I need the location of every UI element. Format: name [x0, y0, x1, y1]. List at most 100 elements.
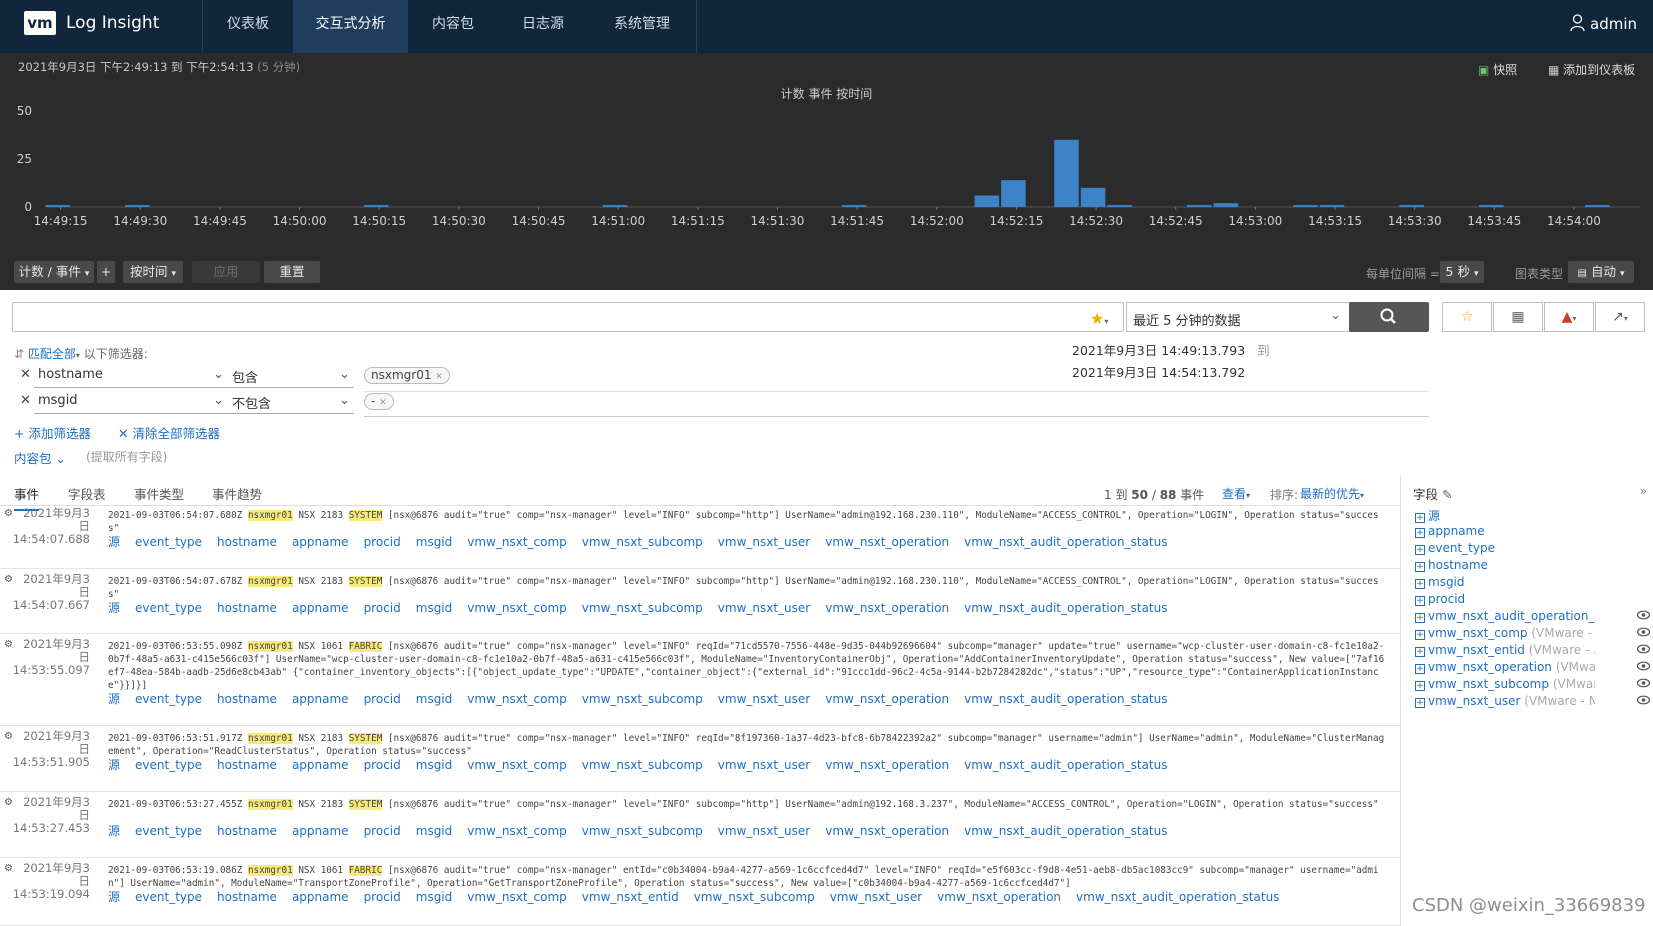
- histogram-bar[interactable]: [1585, 205, 1610, 207]
- chip-remove-icon[interactable]: ✕: [379, 398, 387, 408]
- count-events-dropdown[interactable]: 计数 / 事件 ▾: [14, 261, 94, 283]
- search-input[interactable]: [12, 302, 1124, 332]
- expand-plus-icon[interactable]: +: [1415, 647, 1425, 657]
- snapshot-button[interactable]: ▣ 快照: [1478, 61, 1517, 78]
- group-by-time-dropdown[interactable]: 按时间 ▾: [123, 261, 183, 283]
- content-pack-dropdown[interactable]: 内容包 ⌄: [14, 448, 66, 467]
- expand-plus-icon[interactable]: +: [1415, 630, 1425, 640]
- event-field-link[interactable]: vmw_nsxt_user: [718, 692, 810, 706]
- event-field-link[interactable]: event_type: [135, 535, 202, 549]
- event-field-link[interactable]: vmw_nsxt_operation: [825, 824, 949, 838]
- favorite-star-dropdown[interactable]: ★▾: [1090, 309, 1108, 328]
- filter-operator-select[interactable]: 不包含 ⌄: [228, 390, 354, 414]
- app-title[interactable]: Log Insight: [66, 13, 159, 33]
- filter-value-chip[interactable]: nsxmgr01 ✕: [364, 367, 450, 384]
- histogram-bar[interactable]: [1054, 139, 1079, 207]
- event-field-link[interactable]: procid: [364, 601, 401, 615]
- sidebar-field-item[interactable]: +vmw_nsxt_operation (VMwar...: [1415, 660, 1595, 674]
- sidebar-field-item[interactable]: +vmw_nsxt_subcomp (VMwar...: [1415, 677, 1595, 691]
- gear-icon[interactable]: ⚙: [4, 507, 13, 520]
- tab-event-types[interactable]: 事件类型: [134, 484, 184, 503]
- tab-dashboards[interactable]: 仪表板: [203, 0, 293, 53]
- histogram-bar[interactable]: [841, 205, 867, 207]
- filter-operator-select[interactable]: 包含 ⌄: [228, 364, 354, 388]
- expand-plus-icon[interactable]: +: [1415, 664, 1425, 674]
- clear-filters-link[interactable]: ✕ 清除全部筛选器: [118, 423, 220, 442]
- histogram-bar[interactable]: [45, 205, 70, 207]
- time-range-select[interactable]: 最近 5 分钟的数据 ⌄: [1126, 302, 1350, 332]
- event-field-link[interactable]: event_type: [135, 692, 202, 706]
- add-aggregation-button[interactable]: +: [97, 261, 115, 283]
- event-field-link[interactable]: appname: [292, 890, 349, 904]
- event-field-link[interactable]: event_type: [135, 758, 202, 772]
- filter-value-chip[interactable]: - ✕: [364, 393, 394, 410]
- event-row[interactable]: ⚙ 2021年9月3日 14:54:07.667 2021-09-03T06:54:0…: [0, 569, 1400, 634]
- event-field-link[interactable]: msgid: [416, 890, 453, 904]
- event-field-link[interactable]: vmw_nsxt_audit_operation_status: [964, 758, 1167, 772]
- eye-icon[interactable]: [1636, 661, 1651, 674]
- event-field-link[interactable]: 源: [108, 758, 120, 772]
- event-field-link[interactable]: vmw_nsxt_operation: [825, 601, 949, 615]
- expand-plus-icon[interactable]: +: [1415, 528, 1425, 538]
- histogram-bar[interactable]: [124, 205, 150, 207]
- event-field-link[interactable]: vmw_nsxt_operation: [937, 890, 1061, 904]
- event-field-link[interactable]: vmw_nsxt_audit_operation_status: [964, 535, 1167, 549]
- eye-icon[interactable]: [1636, 695, 1651, 708]
- apply-button[interactable]: 应用: [192, 261, 260, 283]
- create-alert-button[interactable]: ▲▾: [1544, 302, 1594, 332]
- sidebar-field-item[interactable]: + appname: [1415, 524, 1595, 538]
- event-field-link[interactable]: vmw_nsxt_comp: [467, 824, 567, 838]
- event-field-link[interactable]: procid: [364, 758, 401, 772]
- sidebar-field-item[interactable]: +vmw_nsxt_entid (VMware - ...: [1415, 643, 1595, 657]
- expand-plus-icon[interactable]: +: [1415, 698, 1425, 708]
- event-field-link[interactable]: hostname: [217, 692, 277, 706]
- histogram-bar[interactable]: [1186, 205, 1212, 207]
- event-field-link[interactable]: vmw_nsxt_comp: [467, 692, 567, 706]
- vmware-logo[interactable]: vm: [24, 11, 56, 35]
- eye-icon[interactable]: [1636, 644, 1651, 657]
- histogram-bar[interactable]: [1319, 205, 1345, 207]
- sidebar-field-item[interactable]: + hostname: [1415, 558, 1595, 572]
- event-field-link[interactable]: appname: [292, 692, 349, 706]
- event-field-link[interactable]: msgid: [416, 601, 453, 615]
- expand-plus-icon[interactable]: +: [1415, 681, 1425, 691]
- event-field-link[interactable]: vmw_nsxt_user: [830, 890, 922, 904]
- event-field-link[interactable]: procid: [364, 692, 401, 706]
- event-field-link[interactable]: event_type: [135, 890, 202, 904]
- event-field-link[interactable]: vmw_nsxt_user: [718, 758, 810, 772]
- tab-event-trends[interactable]: 事件趋势: [212, 484, 262, 503]
- event-field-link[interactable]: vmw_nsxt_operation: [825, 758, 949, 772]
- histogram-bar[interactable]: [1213, 203, 1239, 207]
- event-field-link[interactable]: vmw_nsxt_subcomp: [582, 692, 703, 706]
- event-field-link[interactable]: vmw_nsxt_user: [718, 601, 810, 615]
- pencil-icon[interactable]: ✎: [1442, 487, 1452, 502]
- event-field-link[interactable]: event_type: [135, 601, 202, 615]
- event-field-link[interactable]: procid: [364, 824, 401, 838]
- event-field-link[interactable]: appname: [292, 758, 349, 772]
- histogram-bar[interactable]: [602, 205, 628, 207]
- event-field-link[interactable]: 源: [108, 535, 120, 549]
- chart-type-dropdown[interactable]: ▤ 自动 ▾: [1568, 261, 1634, 283]
- event-field-link[interactable]: vmw_nsxt_comp: [467, 758, 567, 772]
- eye-icon[interactable]: [1636, 610, 1651, 623]
- event-field-link[interactable]: 源: [108, 692, 120, 706]
- bin-interval-dropdown[interactable]: 5 秒 ▾: [1440, 261, 1484, 283]
- event-field-link[interactable]: appname: [292, 535, 349, 549]
- event-field-link[interactable]: hostname: [217, 758, 277, 772]
- event-row[interactable]: ⚙ 2021年9月3日 14:53:55.097 2021-09-03T06:53:5…: [0, 634, 1400, 726]
- sidebar-field-item[interactable]: +vmw_nsxt_comp (VMware - ...: [1415, 626, 1595, 640]
- event-field-link[interactable]: vmw_nsxt_subcomp: [582, 535, 703, 549]
- export-button[interactable]: ↗▾: [1595, 302, 1645, 332]
- remove-filter-icon[interactable]: ✕: [20, 393, 31, 408]
- tab-administration[interactable]: 系统管理: [588, 0, 696, 53]
- event-field-link[interactable]: vmw_nsxt_audit_operation_status: [964, 601, 1167, 615]
- event-row[interactable]: ⚙ 2021年9月3日 14:53:27.453 2021-09-03T06:53:2…: [0, 792, 1400, 858]
- event-field-link[interactable]: appname: [292, 824, 349, 838]
- histogram-bar[interactable]: [974, 195, 1000, 207]
- sidebar-field-item[interactable]: + vmw_nsxt_audit_operation_s...: [1415, 609, 1595, 623]
- event-field-link[interactable]: vmw_nsxt_user: [718, 535, 810, 549]
- event-row[interactable]: ⚙ 2021年9月3日 14:53:19.094 2021-09-03T06:53:1…: [0, 858, 1400, 926]
- tab-interactive-analytics[interactable]: 交互式分析: [293, 0, 408, 53]
- view-dropdown[interactable]: 查看▾: [1222, 485, 1250, 502]
- expand-plus-icon[interactable]: +: [1415, 613, 1425, 623]
